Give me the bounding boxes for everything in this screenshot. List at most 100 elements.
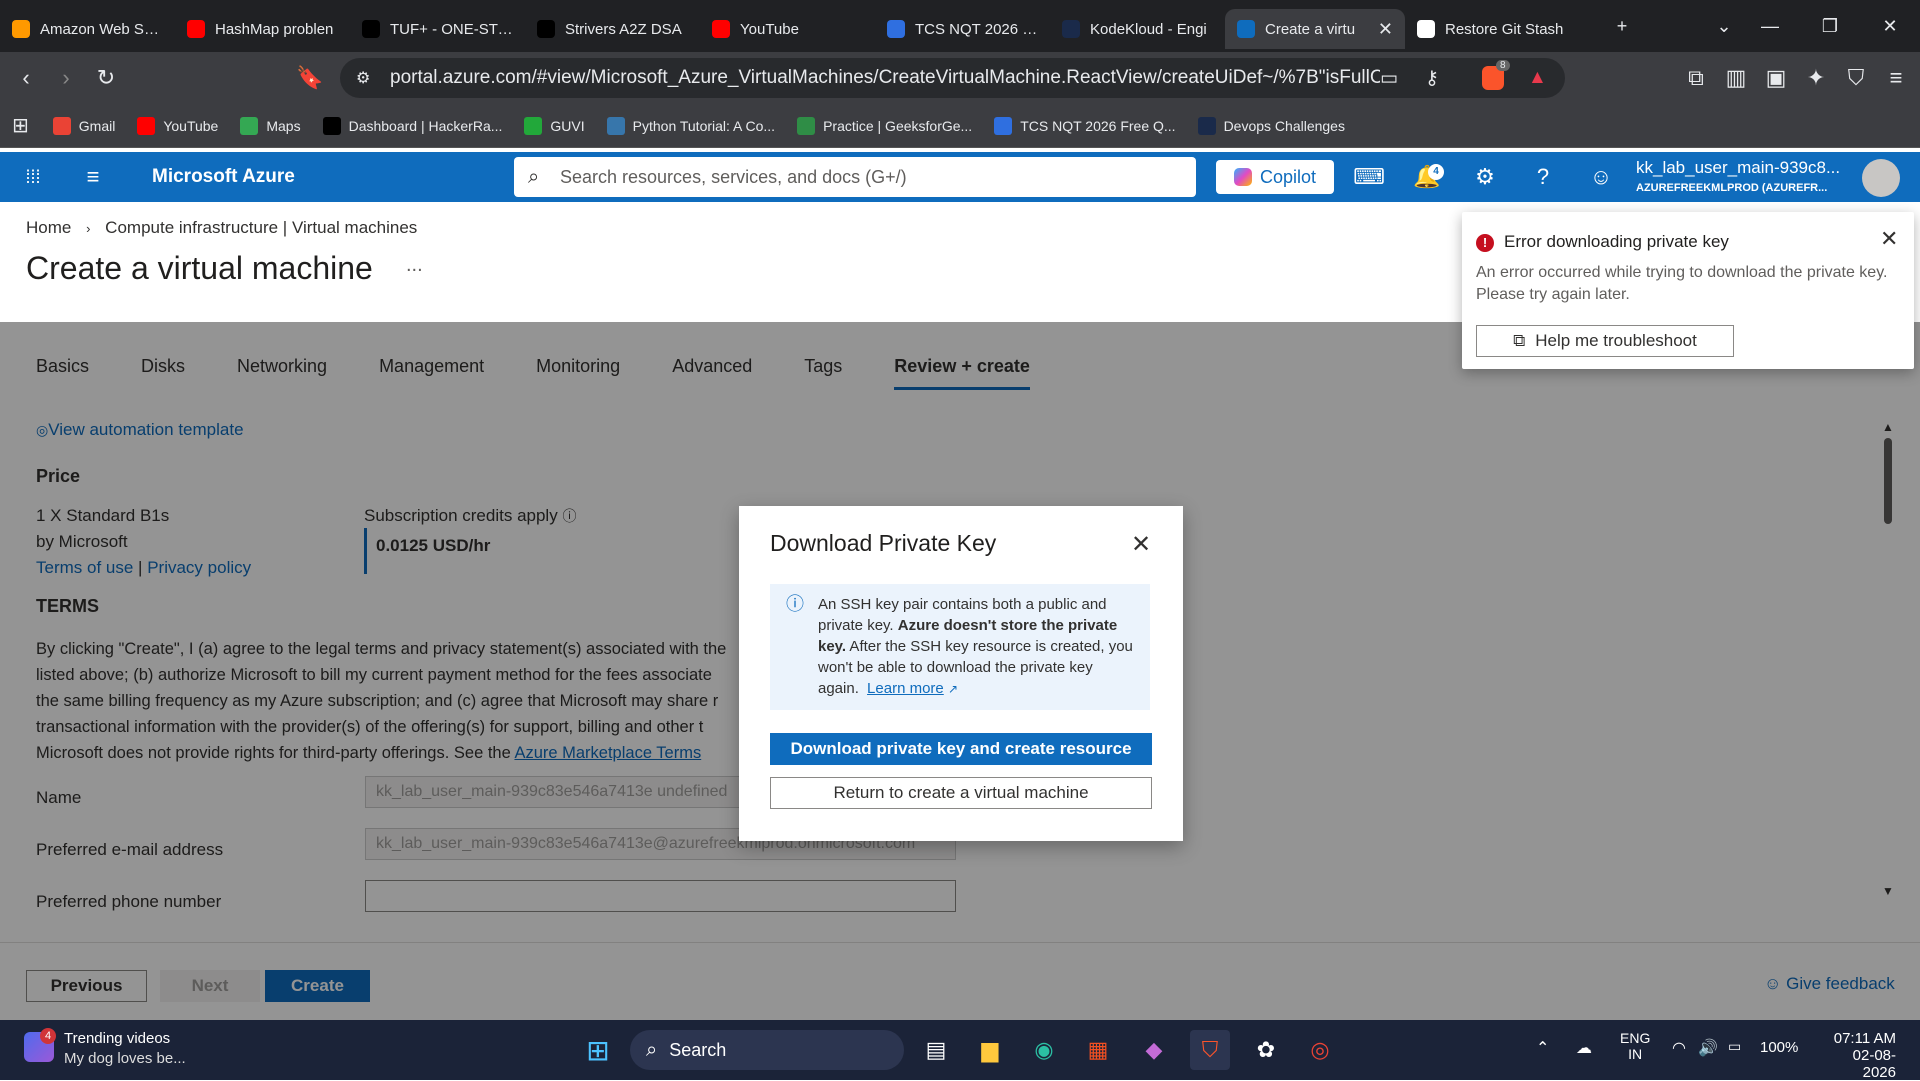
- kodekloud-icon: [1062, 20, 1080, 38]
- youtube-icon: [712, 20, 730, 38]
- sidebar-icon[interactable]: ▥: [1716, 58, 1756, 98]
- forward-arrow-icon[interactable]: ›: [46, 58, 86, 98]
- dialog-close-icon[interactable]: ✕: [1131, 530, 1151, 559]
- global-search-input[interactable]: ⌕ Search resources, services, and docs (…: [514, 157, 1196, 197]
- more-options-button[interactable]: ...: [406, 254, 423, 277]
- bookmark-item[interactable]: Dashboard | HackerRa...: [322, 116, 502, 135]
- browser-tab[interactable]: Strivers A2Z DSA: [525, 9, 700, 49]
- reload-icon[interactable]: ↻: [86, 58, 126, 98]
- taskbar-search[interactable]: ⌕ Search: [630, 1030, 904, 1070]
- clock[interactable]: 07:11 AM 02-08-2026: [1820, 1030, 1896, 1081]
- bookmark-item[interactable]: TCS NQT 2026 Free Q...: [994, 116, 1176, 135]
- site-settings-icon[interactable]: ⚙: [356, 68, 370, 88]
- cast-icon[interactable]: ▭: [1380, 67, 1398, 90]
- new-tab-button[interactable]: +: [1592, 0, 1652, 52]
- vpn-shield-icon[interactable]: ⛉: [1836, 58, 1876, 98]
- browser-tab[interactable]: Create a virtu ✕: [1225, 9, 1405, 49]
- browser-tab[interactable]: Amazon Web Serv: [0, 9, 175, 49]
- close-window-button[interactable]: ✕: [1860, 0, 1920, 52]
- cloud-shell-icon[interactable]: ⌨: [1344, 152, 1394, 202]
- external-link-icon: ↗: [947, 682, 958, 696]
- copilot-label: Copilot: [1259, 166, 1317, 187]
- extensions-icon[interactable]: ⧉: [1676, 58, 1716, 98]
- widget-title[interactable]: Trending videos: [64, 1030, 170, 1047]
- account-tenant[interactable]: AZUREFREEKMLPROD (AZUREFR...: [1636, 182, 1827, 194]
- account-name[interactable]: kk_lab_user_main-939c8...: [1636, 158, 1840, 178]
- apps-grid-icon[interactable]: ⊞: [12, 113, 29, 138]
- browser-tab-title: Strivers A2Z DSA: [565, 20, 682, 38]
- guvi-icon: [524, 116, 543, 135]
- task-view-icon[interactable]: ▤: [916, 1030, 956, 1070]
- store-icon[interactable]: ▦: [1078, 1030, 1118, 1070]
- breadcrumb-vms[interactable]: Compute infrastructure | Virtual machine…: [105, 218, 417, 237]
- browser-tab[interactable]: Restore Git Stash: [1405, 9, 1585, 49]
- azure-header: ⁞⁞⁞ ≡ Microsoft Azure ⌕ Search resources…: [0, 152, 1920, 202]
- bookmark-item[interactable]: Gmail: [52, 116, 115, 135]
- breadcrumb-chevron-icon: ›: [86, 221, 91, 236]
- aws-icon: [12, 20, 30, 38]
- return-to-create-button[interactable]: Return to create a virtual machine: [770, 777, 1152, 809]
- menu-icon[interactable]: ≡: [1876, 58, 1916, 98]
- restore-button[interactable]: ❐: [1800, 0, 1860, 52]
- youtube-icon: [137, 116, 156, 135]
- feedback-icon[interactable]: ☺: [1576, 152, 1626, 202]
- notifications-bell-icon[interactable]: 🔔: [1402, 152, 1452, 202]
- battery-icon[interactable]: ▭: [1728, 1038, 1741, 1055]
- browser-tab[interactable]: TCS NQT 2026 Fre: [875, 9, 1050, 49]
- help-icon[interactable]: ?: [1518, 152, 1568, 202]
- help-troubleshoot-button[interactable]: ⧉ Help me troubleshoot: [1476, 325, 1734, 357]
- bookmark-item[interactable]: Devops Challenges: [1197, 116, 1345, 135]
- file-explorer-icon[interactable]: ▆: [970, 1030, 1010, 1070]
- bookmark-item[interactable]: Practice | GeeksforGe...: [797, 116, 972, 135]
- chatgpt-icon[interactable]: ✿: [1246, 1030, 1286, 1070]
- bookmark-icon[interactable]: 🔖: [290, 58, 330, 98]
- copilot-app-icon[interactable]: ◆: [1134, 1030, 1174, 1070]
- browser-tab-title: Restore Git Stash: [1445, 20, 1564, 38]
- wallet-icon[interactable]: ▣: [1756, 58, 1796, 98]
- windows-start-icon[interactable]: ⊞: [578, 1030, 618, 1070]
- avatar[interactable]: [1862, 159, 1900, 197]
- toast-close-icon[interactable]: ✕: [1880, 226, 1898, 252]
- back-arrow-icon[interactable]: ‹: [6, 58, 46, 98]
- bookmark-label: YouTube: [163, 117, 219, 134]
- onedrive-icon[interactable]: ☁: [1576, 1038, 1592, 1058]
- browser-tab[interactable]: KodeKloud - Engi: [1050, 9, 1225, 49]
- show-hidden-icons-chevron-icon[interactable]: ⌃: [1536, 1038, 1549, 1058]
- language-indicator[interactable]: ENG IN: [1620, 1030, 1650, 1062]
- download-and-create-button[interactable]: Download private key and create resource: [770, 733, 1152, 765]
- page-title: Create a virtual machine: [26, 250, 373, 286]
- minimize-button[interactable]: —: [1740, 0, 1800, 52]
- brave-browser-icon[interactable]: ⛉: [1190, 1030, 1230, 1070]
- bookmark-item[interactable]: GUVI: [524, 116, 585, 135]
- browser-tab[interactable]: YouTube: [700, 9, 875, 49]
- troubleshoot-icon: ⧉: [1513, 331, 1526, 350]
- widget-subtitle[interactable]: My dog loves be...: [64, 1050, 186, 1067]
- bookmark-label: Maps: [266, 117, 301, 134]
- wifi-icon[interactable]: ◠: [1672, 1038, 1686, 1058]
- bookmark-item[interactable]: YouTube: [137, 116, 219, 135]
- bookmark-label: Python Tutorial: A Co...: [632, 117, 776, 134]
- password-key-icon[interactable]: ⚷: [1425, 67, 1439, 90]
- browser-tab-title: TCS NQT 2026 Fre: [915, 20, 1038, 38]
- browser-tab[interactable]: HashMap problen: [175, 9, 350, 49]
- notification-badge: 4: [1428, 164, 1444, 180]
- learn-more-link[interactable]: Learn more: [867, 680, 944, 697]
- widget-badge: 4: [40, 1028, 56, 1044]
- app-launcher-icon[interactable]: ⁞⁞⁞: [8, 152, 58, 202]
- edge-icon[interactable]: ◉: [1024, 1030, 1064, 1070]
- azure-brand[interactable]: Microsoft Azure: [152, 166, 295, 188]
- browser-tab[interactable]: TUF+ - ONE-STOP: [350, 9, 525, 49]
- url-field[interactable]: ⚙ portal.azure.com/#view/Microsoft_Azure…: [340, 58, 1565, 98]
- breadcrumb-home[interactable]: Home: [26, 218, 71, 237]
- leo-ai-icon[interactable]: ✦: [1796, 58, 1836, 98]
- volume-icon[interactable]: 🔊: [1698, 1038, 1718, 1058]
- settings-gear-icon[interactable]: ⚙: [1460, 152, 1510, 202]
- maps-icon: [240, 116, 259, 135]
- bookmark-item[interactable]: Maps: [240, 116, 301, 135]
- close-tab-icon[interactable]: ✕: [1378, 19, 1393, 40]
- brave-rewards-icon[interactable]: ▲: [1528, 67, 1547, 89]
- copilot-button[interactable]: Copilot: [1216, 160, 1334, 194]
- chrome-icon[interactable]: ◎: [1300, 1030, 1340, 1070]
- portal-menu-icon[interactable]: ≡: [68, 152, 118, 202]
- bookmark-item[interactable]: Python Tutorial: A Co...: [606, 116, 776, 135]
